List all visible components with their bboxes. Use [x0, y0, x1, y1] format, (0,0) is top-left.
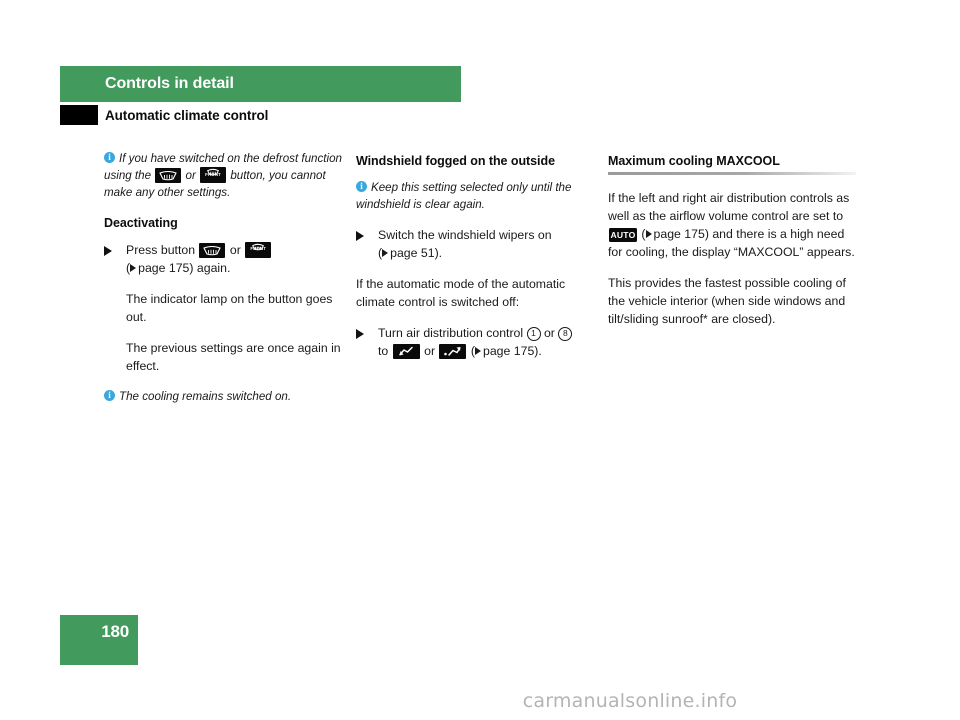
heading-divider — [608, 172, 856, 175]
or-label-2: or — [424, 344, 436, 358]
front-defrost-label: FRONT — [205, 171, 221, 177]
front-defrost-button-icon: FRONT — [200, 167, 227, 183]
front-defrost-button-icon: FRONT — [245, 242, 272, 258]
or-label-2: or — [229, 243, 241, 257]
page-title: Automatic climate control — [105, 108, 269, 123]
step-press-button: Press button or FRONT (page 175) again. — [104, 241, 349, 277]
heading-maximum-cooling: Maximum cooling MAXCOOL — [608, 154, 780, 168]
rear-defrost-button-icon — [155, 168, 182, 183]
page-number: 180 — [101, 622, 129, 641]
step-switch-wipers: Switch the windshield wipers on (page 51… — [356, 226, 601, 262]
paragraph-previous-settings: The previous settings are once again in … — [126, 341, 341, 373]
watermark-text: carmanualsonline.info — [522, 690, 738, 712]
column-2: Windshield fogged on the outside Keep th… — [356, 152, 601, 373]
page-ref-text: page 175 — [138, 261, 190, 275]
page-number-block: 180 — [60, 615, 138, 665]
chapter-title: Controls in detail — [105, 75, 234, 92]
paragraph-fastest-cooling: This provides the fastest possible cooli… — [608, 276, 846, 326]
step-turn-air-distribution: Turn air distribution control 1 or 8 to … — [356, 324, 601, 360]
page-ref-close: ). — [534, 344, 542, 358]
auto-button-label: AUTO — [610, 230, 636, 240]
to-label: to — [378, 344, 389, 358]
paragraph-maxcool-conditions: If the left and right air distribution c… — [608, 189, 856, 261]
info-icon — [356, 180, 367, 192]
page-ref-close: ) again. — [189, 261, 231, 275]
or-label-1: or — [185, 169, 196, 182]
subheading-deactivating: Deactivating — [104, 216, 178, 230]
page-ref-text: page 51 — [390, 246, 435, 260]
airflow-up-down-button-icon — [439, 344, 467, 359]
airflow-down-button-icon — [392, 344, 420, 359]
control-number-1: 1 — [526, 327, 541, 341]
step-lead-text: Press button — [126, 243, 196, 257]
control-number-8: 8 — [558, 327, 573, 341]
heading-windshield-fogged: Windshield fogged on the outside — [356, 154, 555, 168]
info-icon — [104, 151, 115, 163]
note-keep-setting: Keep this setting selected only until th… — [356, 179, 601, 213]
manual-page: Controls in detail Automatic climate con… — [0, 0, 960, 720]
rear-defrost-button-icon — [199, 243, 226, 258]
note-cooling-on: The cooling remains switched on. — [104, 388, 349, 405]
paragraph-indicator-lamp: The indicator lamp on the button goes ou… — [126, 292, 333, 324]
paragraph-automatic-mode-off: If the automatic mode of the automatic c… — [356, 277, 566, 309]
page-ref-triangle-icon — [645, 230, 652, 238]
page-ref-text: page 175 — [483, 344, 535, 358]
info-icon — [104, 389, 115, 401]
section-marker — [60, 105, 98, 125]
note-text: Keep this setting selected only until th… — [356, 181, 572, 211]
column-3: Maximum cooling MAXCOOL If the left and … — [608, 152, 856, 341]
step-triangle-icon — [104, 246, 112, 256]
or-label-1: or — [543, 326, 555, 340]
step-triangle-icon — [356, 329, 364, 339]
chapter-header-bar: Controls in detail — [60, 66, 461, 102]
note-text: The cooling remains switched on. — [119, 390, 292, 403]
front-defrost-label: FRONT — [250, 245, 267, 251]
page-ref-text: page 175 — [653, 227, 705, 241]
note-defrost-active: If you have switched on the defrost func… — [104, 150, 349, 201]
site-watermark: carmanualsonline.info — [0, 690, 960, 712]
paragraph-part-1: If the left and right air distribution c… — [608, 191, 850, 223]
step-lead-text: Switch the windshield wipers on — [378, 228, 552, 242]
page-ref-triangle-icon — [382, 249, 389, 257]
page-ref-triangle-icon — [475, 347, 481, 355]
page-ref-triangle-icon — [130, 264, 137, 272]
page-ref-close: ). — [434, 246, 443, 260]
step-lead-text: Turn air distribution control — [378, 326, 524, 340]
auto-button-icon: AUTO — [609, 228, 637, 242]
column-1: If you have switched on the defrost func… — [104, 150, 349, 418]
step-triangle-icon — [356, 231, 364, 241]
